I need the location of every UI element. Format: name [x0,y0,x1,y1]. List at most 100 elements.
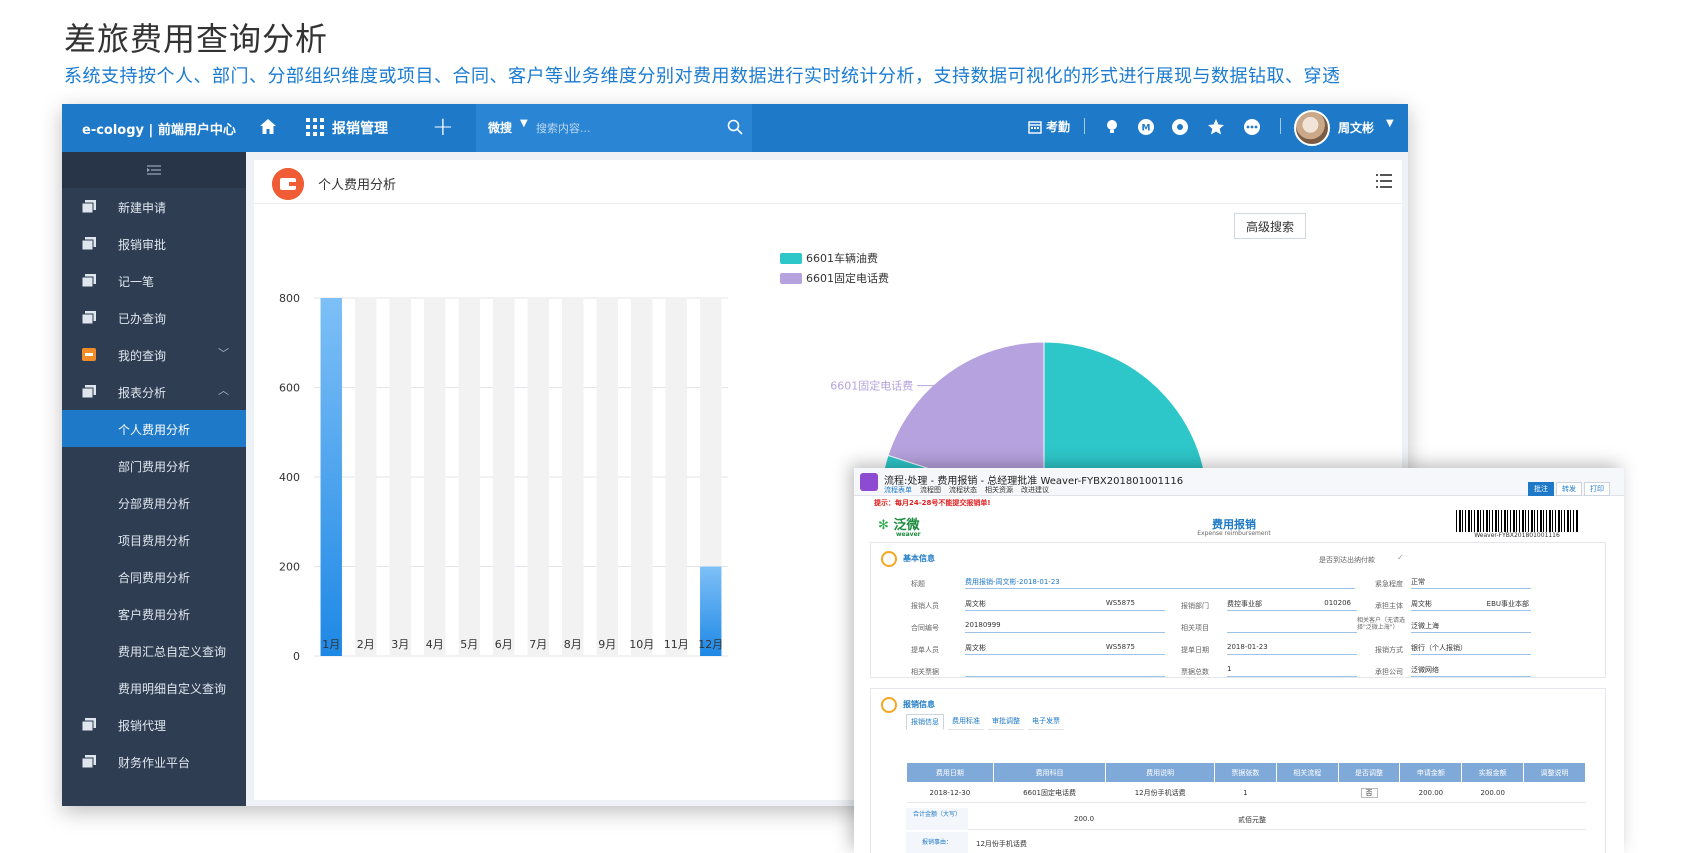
sidebar-item-note[interactable]: 记一笔 [62,262,246,299]
x-tick-label: 6月 [495,638,513,651]
dept-field[interactable]: 费控事业部 010206 [1227,599,1357,611]
tab-form[interactable]: 流程表单 [884,485,912,495]
more-icon[interactable] [1242,117,1262,137]
chevron-down-icon[interactable]: ﹀ [218,345,229,361]
sidebar-item-summary-query[interactable]: 费用汇总自定义查询 [62,632,246,669]
tab-status[interactable]: 流程状态 [949,485,977,495]
sidebar-item-finance[interactable]: 财务作业平台 [62,743,246,780]
docs-field[interactable] [965,665,1165,677]
attendance-button[interactable]: 考勤 [1028,118,1070,135]
list-menu-icon[interactable] [1376,174,1392,188]
apps-grid-icon[interactable] [306,118,324,136]
attendance-label: 考勤 [1046,120,1071,134]
urgency-field[interactable]: 正常 [1411,577,1531,589]
customer-field[interactable]: 泛微上海 [1411,621,1531,633]
entity-field[interactable]: 周文彬 EBU事业本部 [1411,599,1531,611]
section-title: 报销信息 [903,700,935,709]
sidebar-item-contract[interactable]: 合同费用分析 [62,558,246,595]
y-tick-label: 600 [279,382,300,395]
star-icon[interactable] [1206,117,1226,137]
date-field[interactable]: 2018-01-23 [1227,643,1357,655]
home-section-icon [881,551,897,567]
table-header-row: 费用日期 费用科目 费用说明 票据张数 相关流程 是否调整 申请金额 实报金额 … [906,762,1586,783]
search-icon[interactable] [726,118,744,136]
bulb-icon[interactable] [1102,117,1122,137]
arrival-checkbox[interactable]: ✓ [1397,553,1404,562]
sidebar-item-personal[interactable]: 个人费用分析 [62,410,246,447]
user-name[interactable]: 周文彬 [1338,119,1374,136]
filler-field[interactable]: 周文彬 WS5875 [965,643,1165,655]
bar-background [562,298,584,656]
sidebar-item-detail-query[interactable]: 费用明细自定义查询 [62,669,246,706]
search-scope[interactable]: 微搜 [488,119,512,136]
x-tick-label: 10月 [629,638,654,651]
sidebar-item-agent[interactable]: 报销代理 [62,706,246,743]
sidebar-item-customer[interactable]: 客户费用分析 [62,595,246,632]
bar-background [596,298,618,656]
subtab-expense-info[interactable]: 报销信息 [906,714,944,730]
table-cell: 2018-12-30 [906,782,994,803]
bar[interactable] [320,298,342,656]
subtab-einvoice[interactable]: 电子发票 [1028,714,1064,730]
field-label: 相关客户（无请选择"泛微上海"） [1357,617,1406,631]
bar-background [458,298,480,656]
brand-title[interactable]: e-cology | 前端用户中心 [82,119,236,138]
bar-background [665,298,687,656]
tab-flowchart[interactable]: 流程图 [920,485,941,495]
y-tick-label: 800 [279,292,300,305]
y-tick-label: 400 [279,471,300,484]
tab-suggest[interactable]: 改进建议 [1021,485,1049,495]
chevron-down-icon[interactable]: ▼ [1386,118,1394,129]
expense-table: 费用日期 费用科目 费用说明 票据张数 相关流程 是否调整 申请金额 实报金额 … [906,762,1586,803]
title-field[interactable]: 费用报销-周文彬-2018-01-23 [965,577,1355,589]
advanced-search-button[interactable]: 高级搜索 [1234,213,1306,239]
bar-background [527,298,549,656]
forward-button[interactable]: 转发 [1556,482,1582,496]
tab-resources[interactable]: 相关资源 [985,485,1013,495]
chat-icon[interactable] [1170,117,1190,137]
collapse-menu-icon[interactable] [62,152,246,188]
applicant-field[interactable]: 周文彬 WS5875 [965,599,1165,611]
field-label: 提单日期 [1181,646,1209,654]
reason-value: 12月份手机话费 [976,840,1027,848]
sidebar-item-my-query[interactable]: 我的查询 ﹀ [62,336,246,373]
search-input[interactable] [536,116,706,140]
chevron-down-icon[interactable]: ▼ [520,118,528,129]
add-icon[interactable]: + [432,112,454,142]
adjust-select[interactable]: 否 [1360,787,1378,798]
mail-m-icon[interactable]: M [1136,117,1156,137]
project-field[interactable] [1227,621,1357,633]
sidebar-item-approval[interactable]: 报销审批 [62,225,246,262]
sidebar-item-dept[interactable]: 部门费用分析 [62,447,246,484]
count-field[interactable]: 1 [1227,665,1357,677]
table-row[interactable]: 2018-12-30 6601固定电话费 12月份手机话费 1 否 200.00… [906,782,1586,803]
module-title[interactable]: 报销管理 [332,118,388,138]
sidebar-item-label: 报销代理 [118,719,167,733]
sidebar-item-branch[interactable]: 分部费用分析 [62,484,246,521]
contract-field[interactable]: 20180999 [965,621,1165,633]
table-cell[interactable]: 否 [1338,782,1400,803]
x-tick-label: 8月 [564,638,582,651]
sidebar-item-done[interactable]: 已办查询 [62,299,246,336]
sidebar-item-report[interactable]: 报表分析 ︿ [62,373,246,410]
print-button[interactable]: 打印 [1584,482,1610,496]
subtab-standard[interactable]: 费用标准 [948,714,984,730]
sidebar-item-label: 合同费用分析 [118,571,191,585]
subtab-adjust[interactable]: 审批调整 [988,714,1024,730]
sidebar-item-new-request[interactable]: 新建申请 [62,188,246,225]
home-icon[interactable] [258,117,278,137]
form-tabs: 流程表单 流程图 流程状态 相关资源 改进建议 [884,485,1049,495]
sidebar-item-label: 费用汇总自定义查询 [118,645,227,659]
chevron-up-icon[interactable]: ︿ [218,382,229,398]
company-field[interactable]: 泛微网络 [1411,665,1531,677]
sidebar-item-project[interactable]: 项目费用分析 [62,521,246,558]
weaver-logo: ✻ 泛微 weaver [878,518,921,538]
pay-select[interactable]: 银行（个人报销） [1411,643,1531,655]
reason-row: 报销事由： 12月份手机话费 [906,832,1586,853]
bar-background [493,298,515,656]
form-header: 流程:处理 - 费用报销 - 总经理批准 Weaver-FYBX20180100… [854,468,1624,496]
annotate-button[interactable]: 批注 [1528,482,1554,496]
y-tick-label: 0 [293,650,300,663]
avatar[interactable] [1294,110,1330,146]
sidebar-item-label: 费用明细自定义查询 [118,682,227,696]
